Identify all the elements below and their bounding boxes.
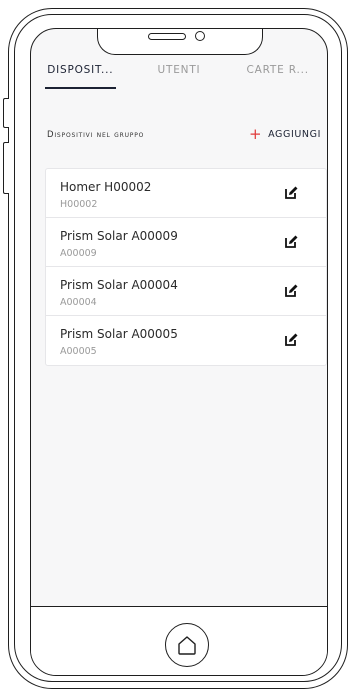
device-list: Homer H00002 H00002 Prism Solar A00009 A…	[45, 168, 327, 366]
edit-icon[interactable]	[285, 234, 299, 248]
section-title: Dispositivi nel gruppo	[47, 129, 145, 140]
camera-icon	[195, 31, 205, 41]
plus-icon: +	[248, 125, 263, 143]
section-header: Dispositivi nel gruppo + AGGIUNGI	[47, 127, 321, 142]
device-code: A00004	[60, 297, 97, 308]
add-button[interactable]: + AGGIUNGI	[249, 127, 321, 142]
list-item[interactable]: Homer H00002 H00002	[46, 169, 326, 218]
device-name: Prism Solar A00004	[60, 278, 178, 292]
list-item[interactable]: Prism Solar A00009 A00009	[46, 218, 326, 267]
list-item[interactable]: Prism Solar A00005 A00005	[46, 316, 326, 365]
device-code: A00005	[60, 346, 97, 357]
tab-utenti[interactable]: UTENTI	[130, 57, 229, 89]
edit-icon[interactable]	[285, 185, 299, 199]
tab-dispositivi[interactable]: DISPOSIT...	[31, 57, 130, 89]
home-button[interactable]	[165, 623, 209, 667]
screen: DISPOSIT... UTENTI CARTE R... Dispositiv…	[30, 28, 328, 676]
device-code: H00002	[60, 199, 98, 210]
device-code: A00009	[60, 248, 97, 259]
tab-bar: DISPOSIT... UTENTI CARTE R...	[31, 57, 327, 89]
device-name: Prism Solar A00009	[60, 229, 178, 243]
list-item[interactable]: Prism Solar A00004 A00004	[46, 267, 326, 316]
power-button	[3, 142, 9, 194]
edit-icon[interactable]	[285, 332, 299, 346]
edit-icon[interactable]	[285, 283, 299, 297]
notch	[97, 29, 263, 55]
tab-carte[interactable]: CARTE R...	[228, 57, 327, 89]
add-button-label: AGGIUNGI	[268, 129, 321, 140]
home-icon	[178, 636, 196, 655]
bottom-divider	[31, 606, 327, 607]
volume-button	[3, 98, 9, 128]
speaker-icon	[148, 33, 186, 40]
device-name: Prism Solar A00005	[60, 327, 178, 341]
device-name: Homer H00002	[60, 180, 152, 194]
